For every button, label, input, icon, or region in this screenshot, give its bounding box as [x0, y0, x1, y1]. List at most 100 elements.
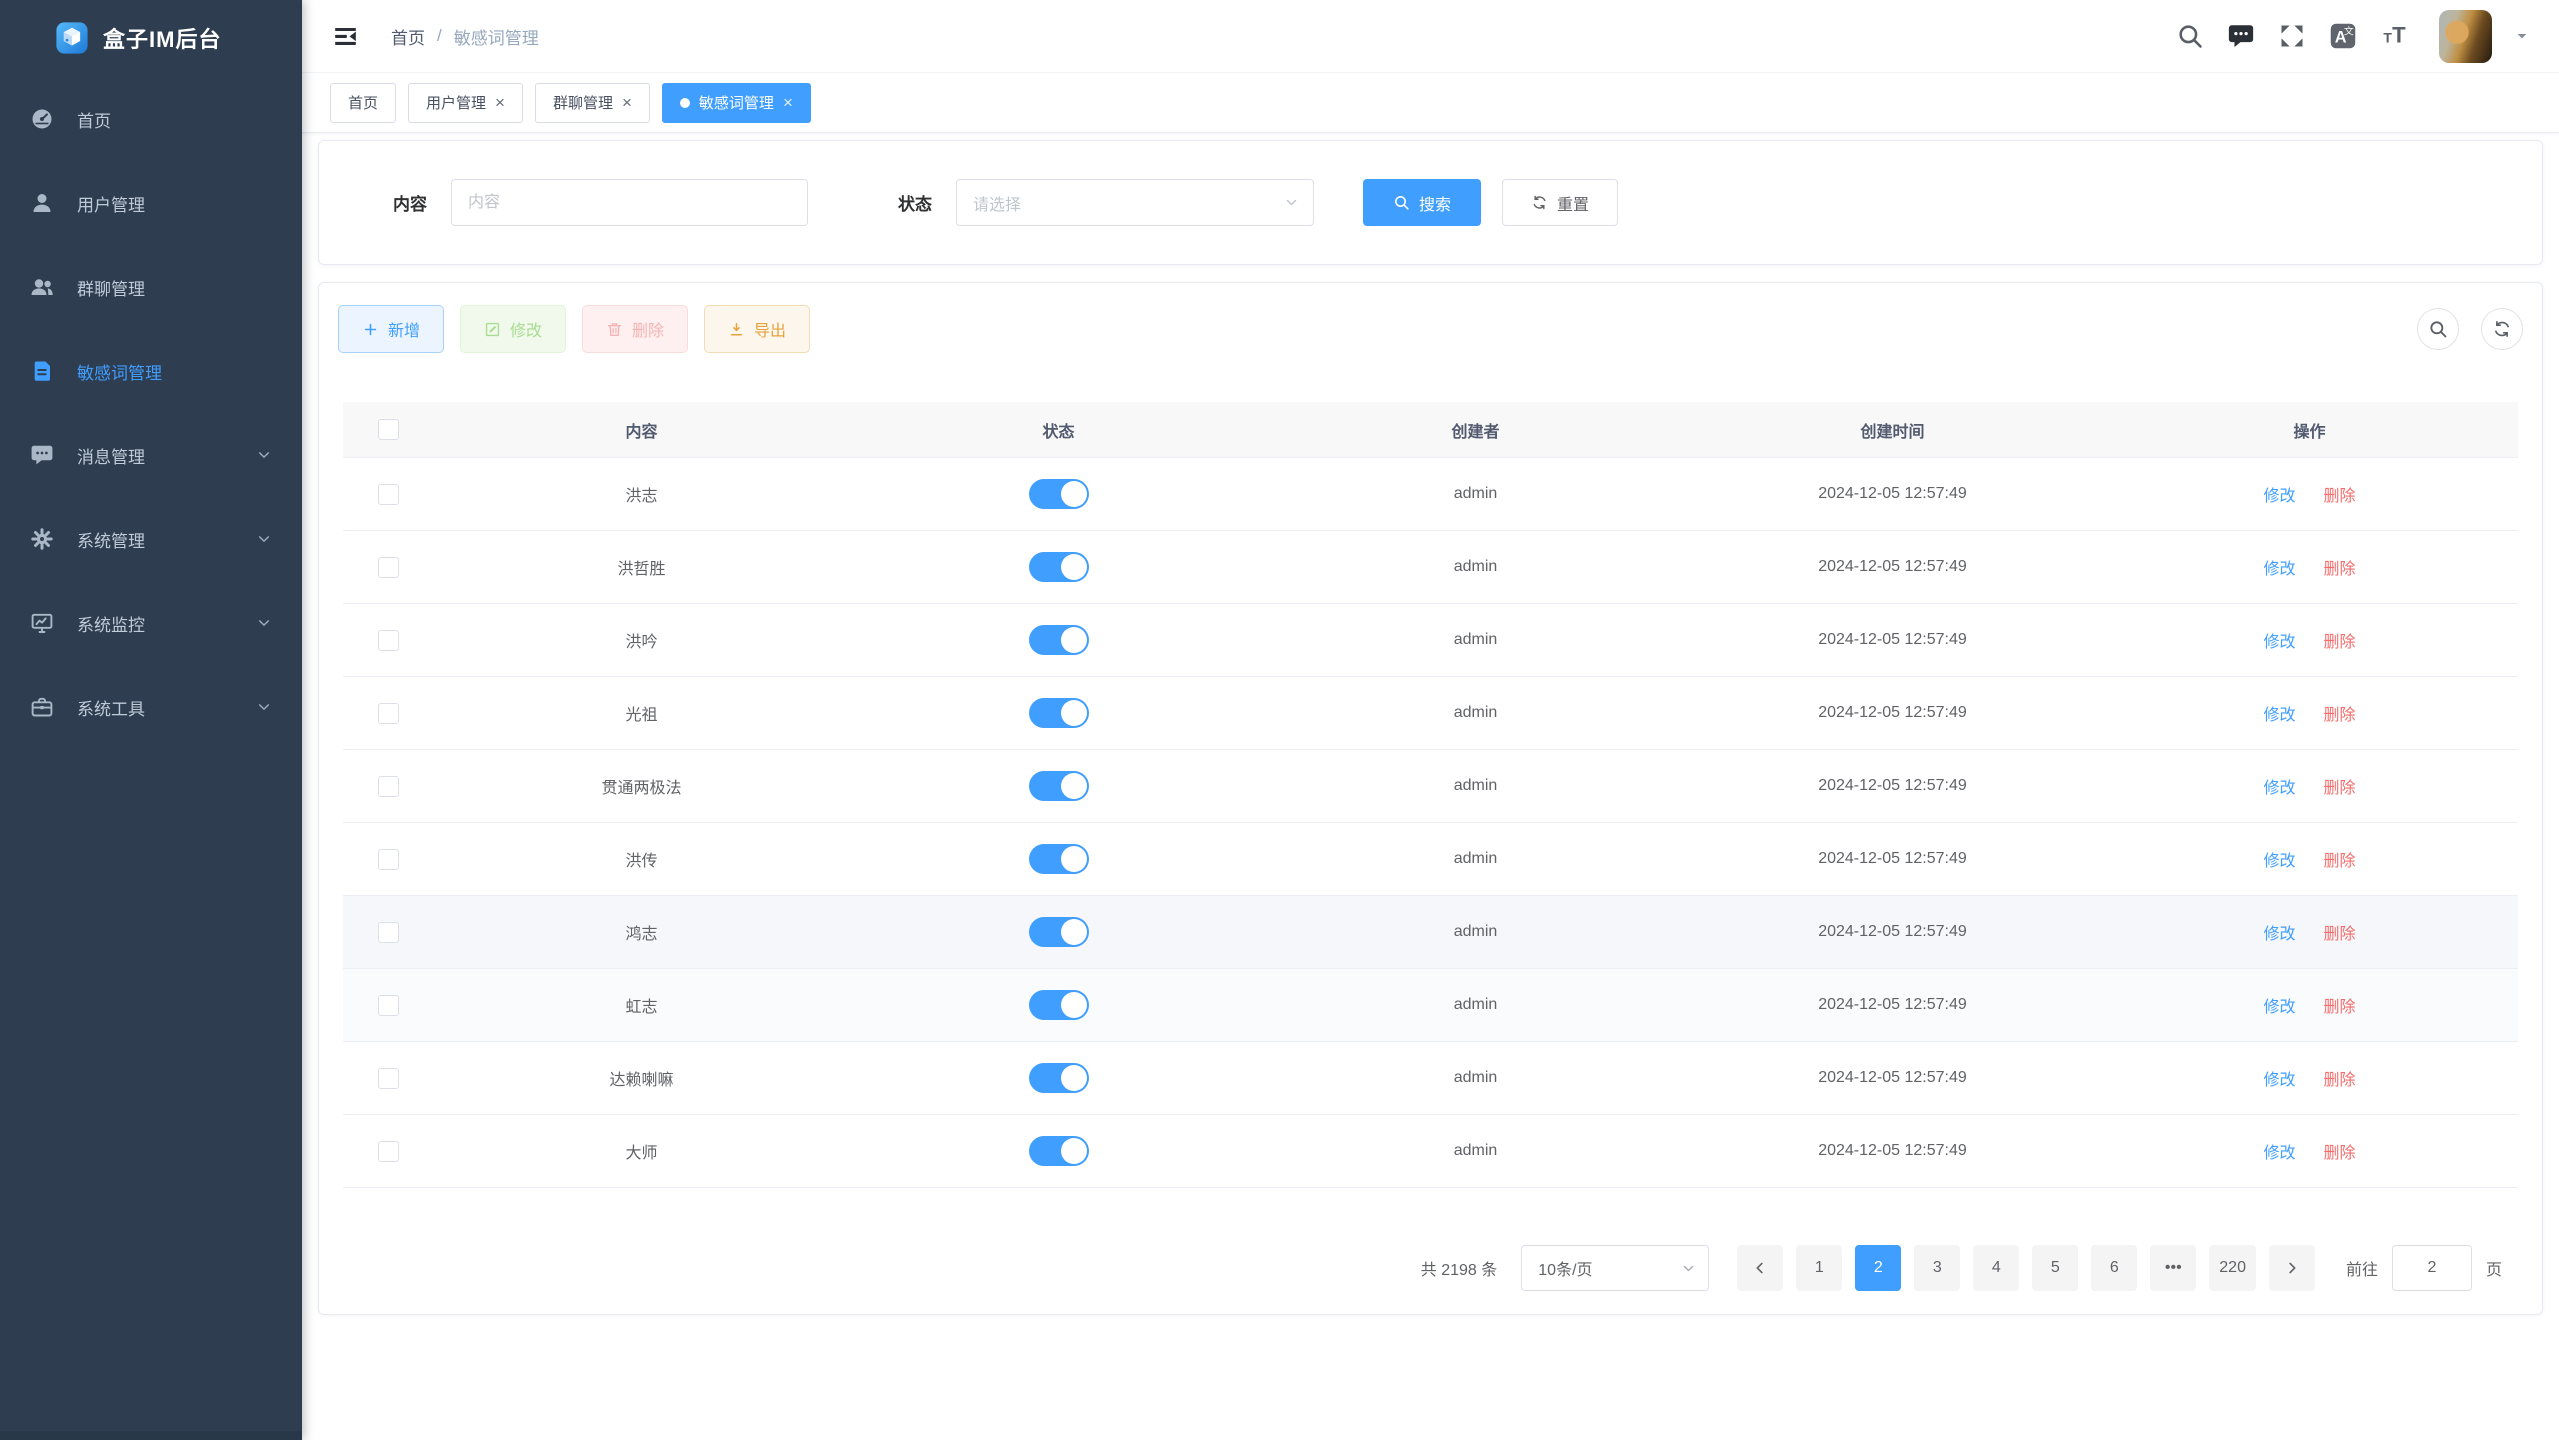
cell-creator: admin [1267, 1142, 1684, 1160]
row-checkbox[interactable] [378, 630, 399, 651]
reset-button[interactable]: 重置 [1502, 179, 1618, 226]
edit-link[interactable]: 修改 [2263, 555, 2295, 579]
sidebar-item-5[interactable]: 系统管理 [0, 497, 302, 581]
delete-link[interactable]: 删除 [2324, 920, 2356, 944]
row-checkbox[interactable] [378, 557, 399, 578]
sidebar-item-7[interactable]: 系统工具 [0, 665, 302, 749]
sidebar-item-0[interactable]: 首页 [0, 77, 302, 161]
cell-created-at: 2024-12-05 12:57:49 [1684, 485, 2101, 503]
status-toggle[interactable] [1029, 844, 1089, 874]
cell-creator: admin [1267, 850, 1684, 868]
font-size-icon[interactable]: TT [2380, 22, 2408, 50]
edit-link[interactable]: 修改 [2263, 774, 2295, 798]
page-button-4[interactable]: 4 [1973, 1245, 2019, 1291]
edit-link[interactable]: 修改 [2263, 628, 2295, 652]
cell-created-at: 2024-12-05 12:57:49 [1684, 850, 2101, 868]
search-button[interactable]: 搜索 [1363, 179, 1481, 226]
delete-link[interactable]: 删除 [2324, 482, 2356, 506]
goto-page-input[interactable] [2392, 1245, 2472, 1291]
delete-link[interactable]: 删除 [2324, 847, 2356, 871]
delete-link[interactable]: 删除 [2324, 555, 2356, 579]
delete-link[interactable]: 删除 [2324, 1139, 2356, 1163]
edit-link[interactable]: 修改 [2263, 847, 2295, 871]
search-icon[interactable] [2176, 22, 2204, 50]
more-pages-button[interactable]: ••• [2150, 1245, 2196, 1291]
edit-link[interactable]: 修改 [2263, 701, 2295, 725]
sidebar-item-1[interactable]: 用户管理 [0, 161, 302, 245]
page-button-2[interactable]: 2 [1855, 1245, 1901, 1291]
row-checkbox[interactable] [378, 849, 399, 870]
tab-1[interactable]: 用户管理× [408, 83, 523, 123]
content-input[interactable] [451, 179, 808, 226]
chevron-down-icon [1681, 1261, 1696, 1276]
select-all-checkbox[interactable] [378, 419, 399, 440]
page-size-value: 10条/页 [1538, 1256, 1592, 1280]
tab-2[interactable]: 群聊管理× [535, 83, 650, 123]
page-button-5[interactable]: 5 [2032, 1245, 2078, 1291]
export-button[interactable]: 导出 [704, 305, 810, 353]
row-checkbox[interactable] [378, 922, 399, 943]
table-card: 新增修改删除导出 内容状态创建者创建时间操作洪志admin2024-12-05 … [318, 282, 2543, 1315]
status-toggle[interactable] [1029, 990, 1089, 1020]
sidebar-item-label: 首页 [77, 107, 111, 132]
row-checkbox[interactable] [378, 703, 399, 724]
page-button-6[interactable]: 6 [2091, 1245, 2137, 1291]
edit-link[interactable]: 修改 [2263, 1139, 2295, 1163]
app-logo[interactable]: 盒子IM后台 [0, 0, 302, 75]
status-toggle[interactable] [1029, 552, 1089, 582]
status-toggle[interactable] [1029, 771, 1089, 801]
avatar[interactable] [2439, 10, 2492, 63]
prev-page-button[interactable] [1737, 1245, 1783, 1291]
column-header: 操作 [2101, 418, 2518, 442]
add-button[interactable]: 新增 [338, 305, 444, 353]
edit-link[interactable]: 修改 [2263, 920, 2295, 944]
sidebar-item-label: 群聊管理 [77, 275, 145, 300]
close-icon[interactable]: × [783, 94, 793, 111]
row-checkbox[interactable] [378, 484, 399, 505]
refresh-button[interactable] [2481, 308, 2523, 350]
document-icon [30, 359, 54, 383]
status-toggle[interactable] [1029, 698, 1089, 728]
status-toggle[interactable] [1029, 1136, 1089, 1166]
show-search-button[interactable] [2417, 308, 2459, 350]
row-checkbox[interactable] [378, 776, 399, 797]
next-page-button[interactable] [2269, 1245, 2315, 1291]
tab-3[interactable]: 敏感词管理× [662, 83, 811, 123]
translate-icon[interactable]: A文 [2329, 22, 2357, 50]
page-size-select[interactable]: 10条/页 [1521, 1245, 1709, 1291]
delete-link[interactable]: 删除 [2324, 628, 2356, 652]
sidebar-item-3[interactable]: 敏感词管理 [0, 329, 302, 413]
edit-link[interactable]: 修改 [2263, 1066, 2295, 1090]
delete-link[interactable]: 删除 [2324, 701, 2356, 725]
sidebar-item-6[interactable]: 系统监控 [0, 581, 302, 665]
page-button-220[interactable]: 220 [2209, 1245, 2256, 1291]
status-toggle[interactable] [1029, 1063, 1089, 1093]
sidebar-fold-icon[interactable] [332, 23, 359, 50]
close-icon[interactable]: × [622, 94, 632, 111]
message-icon[interactable] [2227, 22, 2255, 50]
row-checkbox[interactable] [378, 1141, 399, 1162]
delete-link[interactable]: 删除 [2324, 993, 2356, 1017]
row-checkbox[interactable] [378, 1068, 399, 1089]
page-button-1[interactable]: 1 [1796, 1245, 1842, 1291]
caret-down-icon[interactable] [2515, 29, 2529, 43]
edit-link[interactable]: 修改 [2263, 993, 2295, 1017]
status-toggle[interactable] [1029, 917, 1089, 947]
tab-0[interactable]: 首页 [330, 83, 396, 123]
breadcrumb-home[interactable]: 首页 [391, 24, 425, 49]
status-toggle[interactable] [1029, 625, 1089, 655]
row-checkbox[interactable] [378, 995, 399, 1016]
page-buttons: 123456 ••• 220 [1796, 1245, 2256, 1291]
app-title: 盒子IM后台 [103, 22, 221, 54]
sidebar-item-4[interactable]: 消息管理 [0, 413, 302, 497]
delete-link[interactable]: 删除 [2324, 1066, 2356, 1090]
delete-link[interactable]: 删除 [2324, 774, 2356, 798]
close-icon[interactable]: × [495, 94, 505, 111]
edit-link[interactable]: 修改 [2263, 482, 2295, 506]
status-toggle[interactable] [1029, 479, 1089, 509]
page-button-3[interactable]: 3 [1914, 1245, 1960, 1291]
sidebar-item-2[interactable]: 群聊管理 [0, 245, 302, 329]
table-row: 鸿志admin2024-12-05 12:57:49修改删除 [343, 896, 2518, 969]
fullscreen-icon[interactable] [2278, 22, 2306, 50]
status-select[interactable]: 请选择 [956, 179, 1314, 226]
